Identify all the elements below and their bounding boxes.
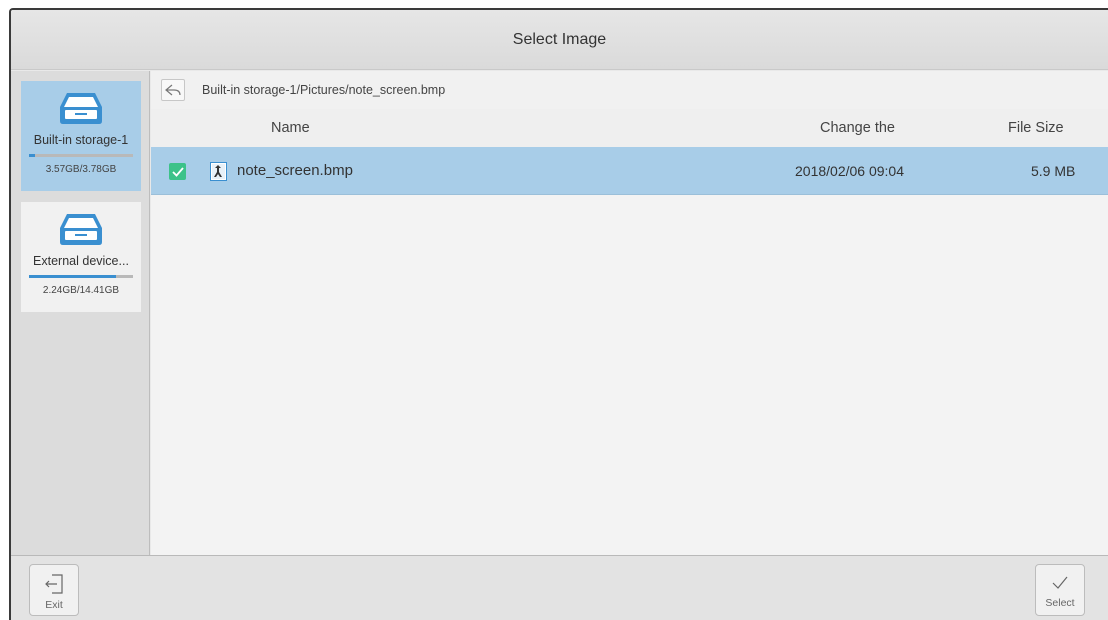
sidebar-item-external-device[interactable]: External device... 2.24GB/14.41GB: [21, 202, 141, 312]
exit-label: Exit: [45, 599, 63, 611]
column-header-date[interactable]: Change the: [820, 120, 895, 136]
select-image-dialog: Select Image Built-in storage-1 3.57GB/3…: [9, 8, 1108, 620]
table-header: Name Change the File Size: [151, 109, 1108, 147]
exit-button[interactable]: Exit: [29, 564, 79, 616]
drive-icon: [60, 214, 102, 245]
back-button[interactable]: [161, 79, 185, 101]
checkmark-icon: [171, 166, 184, 177]
column-header-name[interactable]: Name: [271, 120, 310, 136]
storage-usage-bar: [29, 275, 133, 278]
select-button[interactable]: Select: [1035, 564, 1085, 616]
sidebar-item-label: Built-in storage-1: [33, 133, 129, 147]
checkmark-icon: [1052, 576, 1068, 589]
storage-sidebar: Built-in storage-1 3.57GB/3.78GB Externa…: [11, 71, 150, 555]
file-size: 5.9 MB: [1031, 163, 1076, 179]
storage-size: 2.24GB/14.41GB: [42, 285, 120, 296]
dialog-title: Select Image: [512, 30, 607, 48]
select-label: Select: [1045, 597, 1075, 609]
sidebar-item-label: External device...: [33, 254, 129, 268]
title-bar: Select Image: [11, 10, 1108, 70]
storage-usage-bar: [29, 154, 133, 157]
row-checkbox[interactable]: [169, 163, 186, 180]
table-row[interactable]: note_screen.bmp 2018/02/06 09:04 5.9 MB: [151, 147, 1108, 195]
exit-icon: [45, 574, 63, 594]
path-bar: Built-in storage-1/Pictures/note_screen.…: [151, 71, 1108, 109]
file-name: note_screen.bmp: [237, 162, 353, 179]
sidebar-item-built-in-storage[interactable]: Built-in storage-1 3.57GB/3.78GB: [21, 81, 141, 191]
drive-icon: [60, 93, 102, 124]
back-arrow-icon: [165, 84, 181, 96]
storage-size: 3.57GB/3.78GB: [45, 164, 117, 175]
footer-bar: Exit Select: [11, 555, 1108, 620]
file-browser: Built-in storage-1/Pictures/note_screen.…: [151, 71, 1108, 555]
image-file-icon: [210, 162, 227, 181]
column-header-size[interactable]: File Size: [1008, 120, 1064, 136]
current-path: Built-in storage-1/Pictures/note_screen.…: [202, 83, 446, 97]
file-date: 2018/02/06 09:04: [795, 163, 904, 179]
